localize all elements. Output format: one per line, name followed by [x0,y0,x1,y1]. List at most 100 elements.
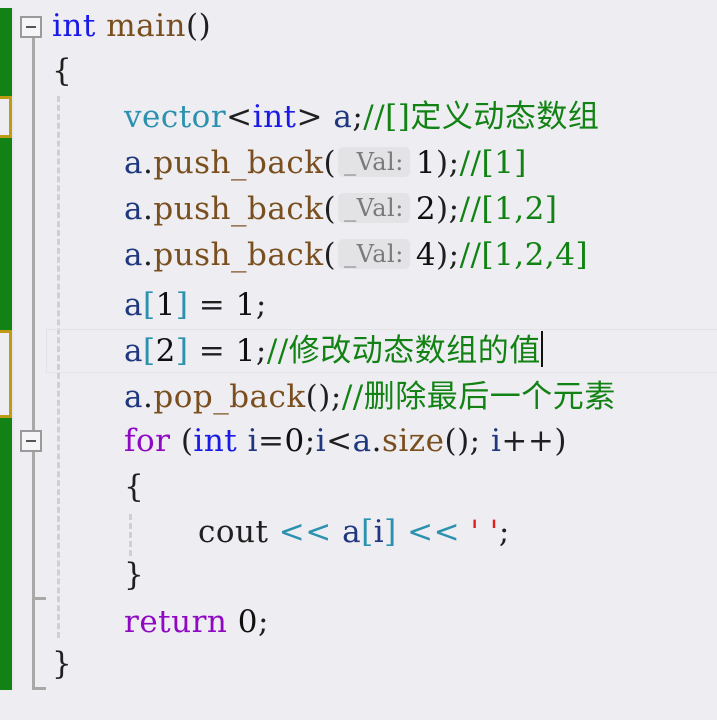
code-token: 2 [155,333,176,369]
code-token: ' ' [470,514,499,550]
code-token: ; [255,287,267,323]
code-line[interactable]: { [124,465,144,509]
code-token: . [142,379,154,415]
code-line[interactable]: a.push_back(_Val: 4);//[1,2,4] [124,233,588,277]
code-token: 0 [227,604,258,640]
code-token: i [237,423,259,459]
code-token: a [342,514,362,550]
code-token: return [124,604,228,640]
code-token: i [490,423,502,459]
code-token: } [52,646,73,682]
code-token: = [188,287,236,323]
code-token: ); [436,237,460,273]
collapse-for-icon[interactable] [20,430,42,452]
parameter-hint: _Val: [338,239,410,269]
code-token: ; [352,99,364,135]
code-token: int [193,423,238,459]
code-token: ; [498,514,510,550]
code-token: [ [361,514,374,550]
collapse-main-icon[interactable] [20,16,42,38]
code-token: push_back [153,145,324,181]
code-token: a [124,287,143,323]
code-token: [ [142,287,156,323]
code-token: push_back [153,237,324,273]
code-line[interactable]: int main() [52,4,211,48]
code-token: ++) [501,423,567,459]
code-token: a [124,379,143,415]
code-comment: //删除最后一个元素 [341,379,616,415]
code-token: ( [323,191,337,227]
unsaved-change-marker [0,96,12,138]
code-token: main [106,8,186,44]
code-line[interactable]: a.push_back(_Val: 2);//[1,2] [124,187,557,231]
code-token: a [322,99,353,135]
code-comment: //[]定义动态数组 [363,99,600,135]
code-token: ; [304,423,316,459]
code-token: a [352,423,372,459]
code-token: ; [255,333,267,369]
code-line[interactable]: cout << a[i] << ' '; [198,510,510,554]
code-token: < [226,99,253,135]
code-token: a [124,145,143,181]
code-token: ( [170,423,194,459]
code-token: ( [323,145,337,181]
code-token: 1 [235,333,256,369]
code-token: } [124,557,145,593]
code-line[interactable]: a.pop_back();//删除最后一个元素 [124,375,616,419]
code-token: 1 [155,287,176,323]
code-token: (); [444,423,491,459]
code-token: ; [257,604,269,640]
code-line[interactable]: { [52,49,72,93]
code-token: size [381,423,445,459]
code-token: . [142,191,154,227]
code-comment: //[1] [459,145,527,181]
code-token: << [396,514,471,550]
code-token: int [52,8,96,44]
code-comment: //[1,2,4] [459,237,589,273]
code-comment: //[1,2] [459,191,558,227]
code-token: cout [198,514,269,550]
code-token: ] [175,287,189,323]
code-token: a [124,237,143,273]
code-line[interactable]: for (int i=0;i<a.size(); i++) [124,419,567,463]
unsaved-change-marker [0,330,12,418]
code-token: pop_back [153,379,306,415]
code-token: 1 [415,145,437,181]
code-token: . [371,423,382,459]
code-token: ] [175,333,189,369]
code-token: i [373,514,385,550]
code-line[interactable]: } [124,553,144,597]
code-token: ( [323,237,337,273]
code-token: << [268,514,343,550]
code-token: ] [384,514,397,550]
code-token: a [124,333,143,369]
code-line[interactable]: a[1] = 1; [124,283,267,327]
code-token: 0 [284,423,305,459]
fold-region-end [32,597,46,600]
code-line[interactable]: a[2] = 1;//修改动态数组的值 [124,329,543,373]
code-token: < [326,423,353,459]
code-token: a [124,191,143,227]
code-token: = [258,423,285,459]
code-token: () [185,8,212,44]
code-token: 2 [415,191,437,227]
text-cursor [540,331,543,367]
code-token: > [296,99,323,135]
code-line[interactable]: return 0; [124,600,269,644]
code-token: i [315,423,327,459]
code-token: . [142,145,154,181]
code-token: = [188,333,236,369]
gutter-edge [12,8,14,690]
code-comment: //修改动态数组的值 [266,333,541,369]
fold-region-end [32,687,46,690]
code-token: ); [436,145,460,181]
code-line[interactable]: } [52,642,72,686]
code-line[interactable]: a.push_back(_Val: 1);//[1] [124,141,527,185]
code-line[interactable]: vector<int> a;//[]定义动态数组 [124,95,599,139]
parameter-hint: _Val: [338,193,410,223]
code-token: vector [124,99,227,135]
code-token: push_back [153,191,324,227]
code-token: [ [142,333,156,369]
code-token: ); [436,191,460,227]
